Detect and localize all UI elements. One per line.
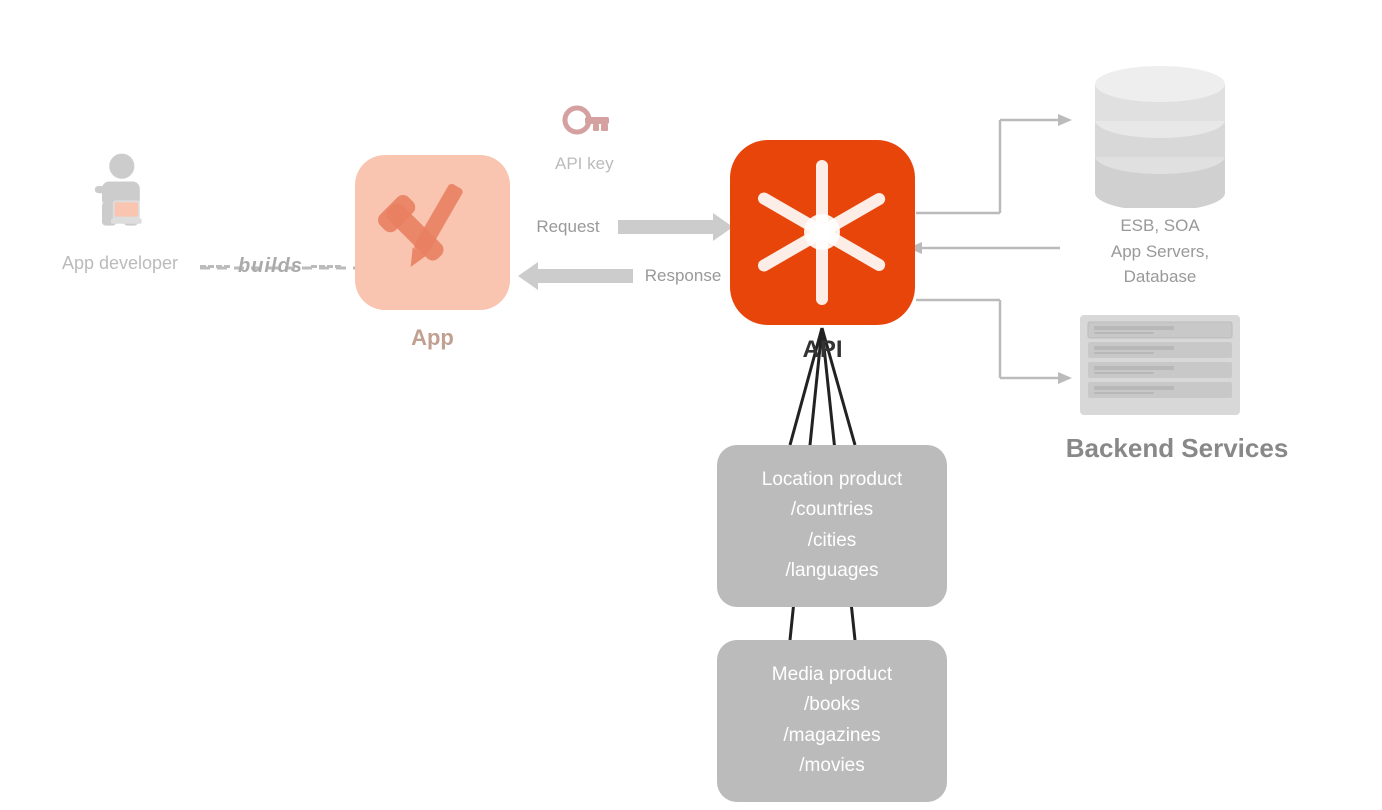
response-arrow-row: Response bbox=[518, 262, 733, 290]
api-key-label: API key bbox=[555, 154, 614, 174]
key-icon bbox=[557, 100, 612, 145]
diagram: App developer builds App bbox=[0, 0, 1382, 810]
api-key-area: API key bbox=[555, 100, 614, 174]
api-snowflake-icon bbox=[730, 140, 915, 325]
builds-text: builds bbox=[238, 255, 303, 278]
app-developer: App developer bbox=[40, 150, 200, 274]
person-icon bbox=[80, 150, 160, 240]
response-label: Response bbox=[633, 266, 733, 286]
esb-label: ESB, SOA App Servers, Database bbox=[1060, 213, 1260, 290]
database-icon bbox=[1060, 48, 1260, 208]
response-arrow-icon bbox=[518, 262, 633, 290]
api-icon-box bbox=[730, 140, 915, 325]
request-label: Request bbox=[518, 217, 618, 237]
request-arrow-row: Request bbox=[518, 213, 733, 241]
server-rack-icon bbox=[1060, 310, 1260, 420]
database-icon-area: ESB, SOA App Servers, Database bbox=[1060, 48, 1260, 290]
media-product-box: Media product /books /magazines /movies bbox=[717, 640, 947, 802]
app-tools-icon bbox=[355, 155, 510, 310]
app-box bbox=[355, 155, 510, 310]
dashed-left bbox=[200, 265, 230, 268]
backend-services-label: Backend Services bbox=[1057, 433, 1297, 464]
api-label: API bbox=[730, 336, 915, 364]
dashed-right bbox=[311, 265, 341, 268]
location-product-box: Location product /countries /cities /lan… bbox=[717, 445, 947, 607]
app-developer-label: App developer bbox=[40, 253, 200, 274]
app-label: App bbox=[355, 325, 510, 351]
builds-label-area: builds bbox=[200, 255, 341, 278]
request-arrow-icon bbox=[618, 213, 733, 241]
server-rack-icon-area bbox=[1060, 310, 1260, 425]
